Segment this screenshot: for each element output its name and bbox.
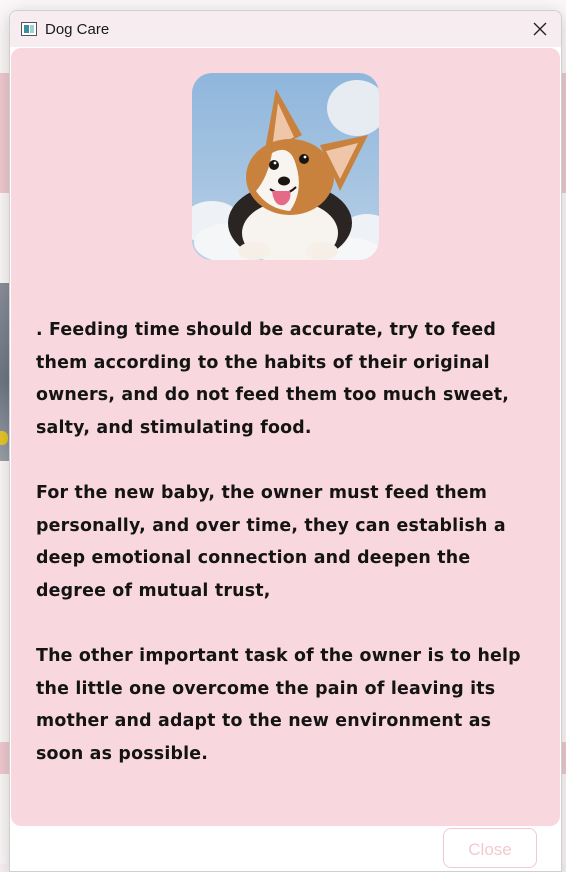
close-button[interactable]: Close: [443, 828, 537, 868]
window-app-icon: [21, 22, 37, 36]
dog-care-window: Dog Care . Feeding time should be accura…: [9, 10, 562, 872]
corgi-photo: [192, 73, 379, 260]
care-paragraph: For the new baby, the owner must feed th…: [36, 482, 506, 601]
close-window-button[interactable]: [525, 11, 555, 47]
care-tips-text: . Feeding time should be accurate, try t…: [36, 314, 541, 770]
close-icon: [533, 22, 547, 36]
care-card: . Feeding time should be accurate, try t…: [11, 48, 560, 826]
care-paragraph: The other important task of the owner is…: [36, 645, 521, 764]
window-title: Dog Care: [45, 20, 110, 38]
title-bar[interactable]: Dog Care: [10, 11, 561, 47]
care-paragraph: . Feeding time should be accurate, try t…: [36, 320, 510, 438]
